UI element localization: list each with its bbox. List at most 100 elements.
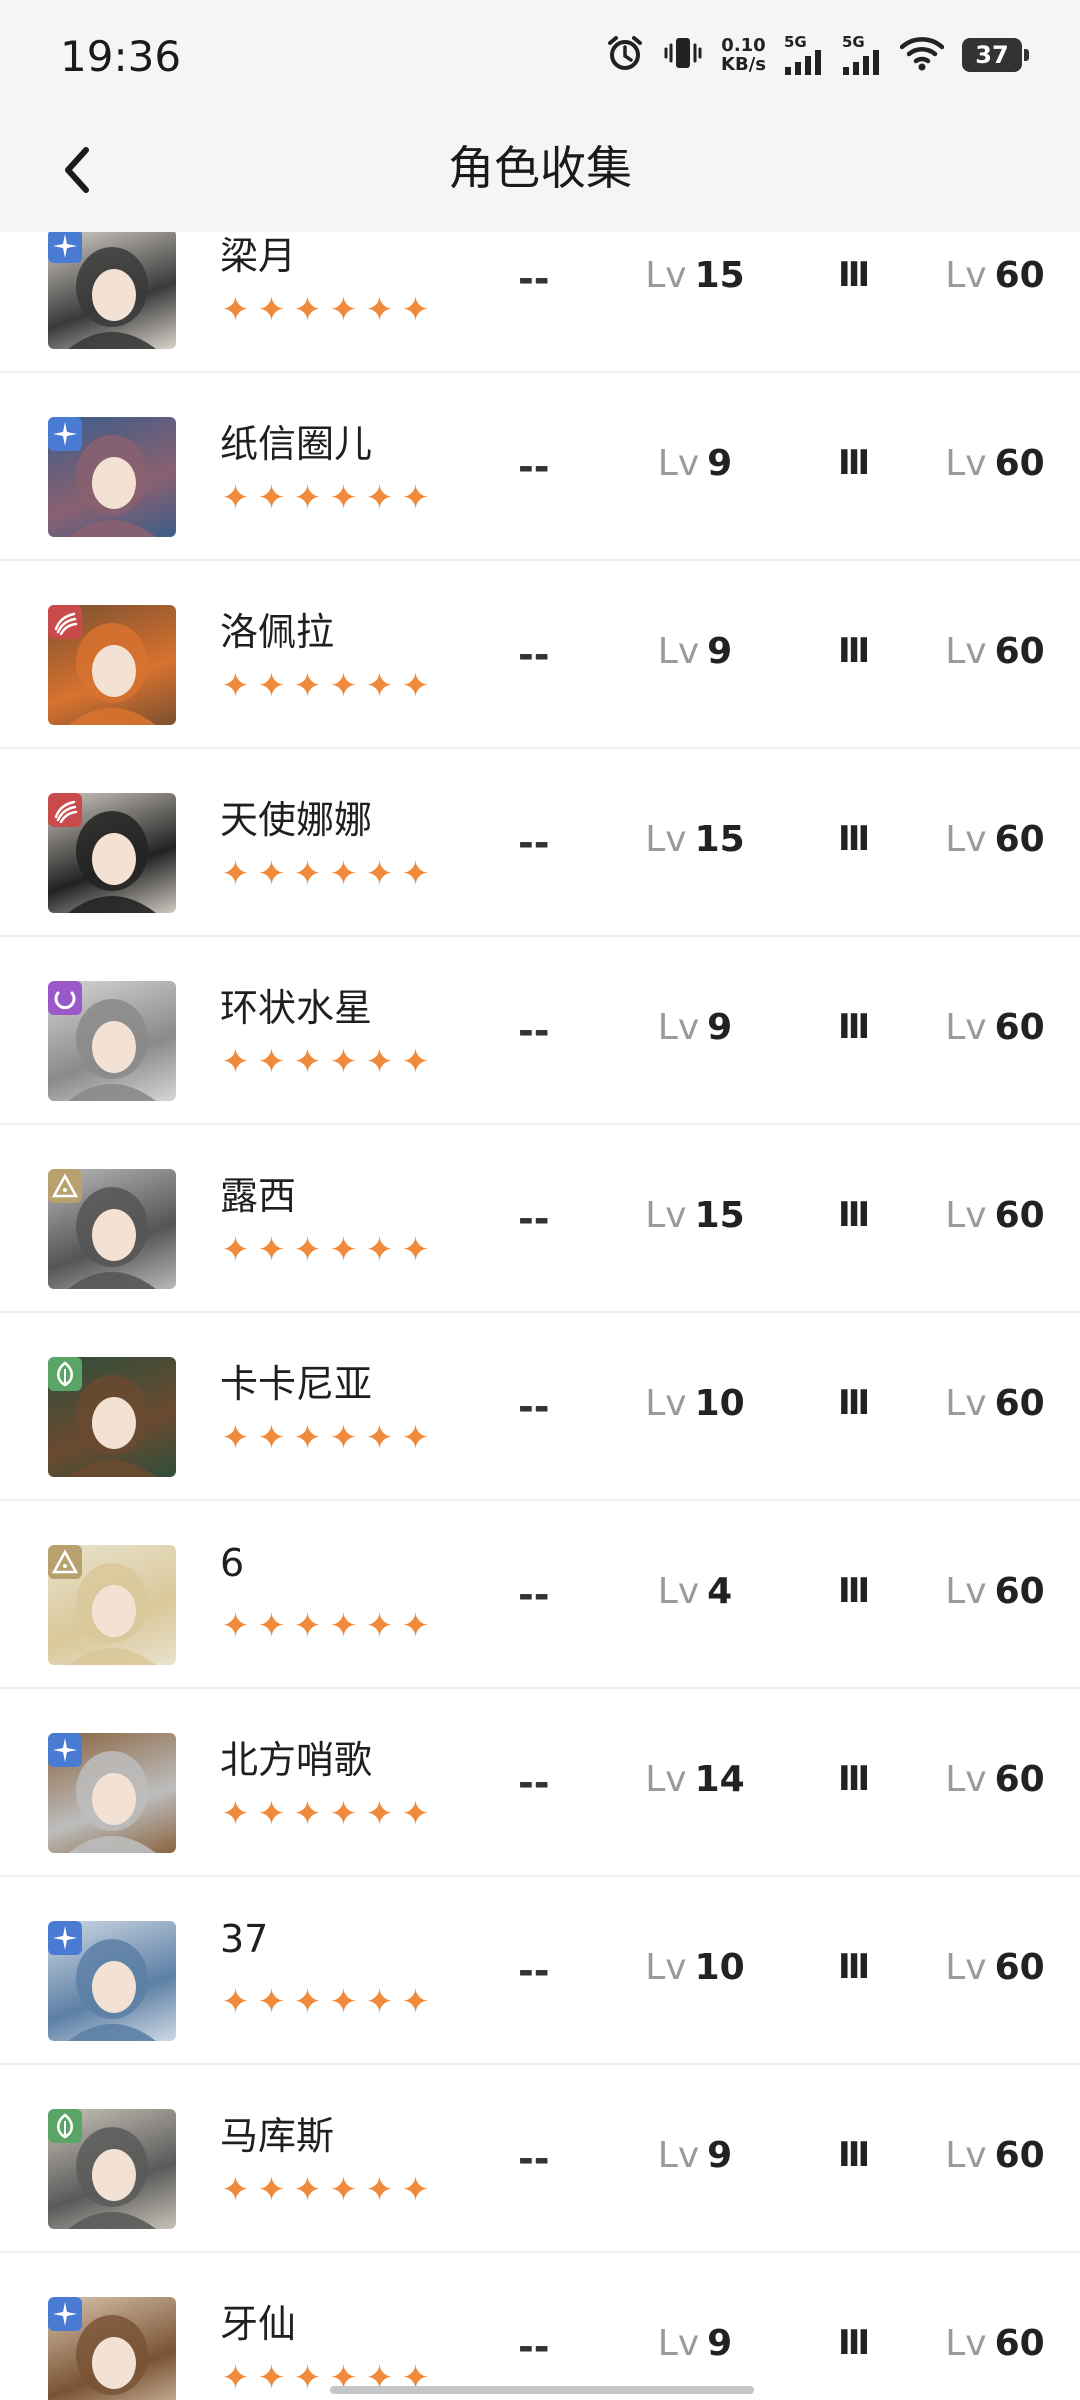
level-prefix: Lv	[657, 1571, 700, 1612]
level-prefix: Lv	[945, 1383, 987, 1424]
star-icon: ✦	[329, 290, 358, 330]
star-icon: ✦	[365, 1418, 394, 1458]
rarity-stars: ✦ ✦ ✦ ✦ ✦ ✦	[218, 857, 433, 891]
star-icon: ✦	[401, 1982, 430, 2022]
rank-value: Ⅲ	[838, 631, 870, 671]
home-indicator[interactable]	[330, 2386, 754, 2394]
star-icon: ✦	[221, 1606, 250, 1646]
current-level: Lv 9	[630, 631, 760, 672]
alarm-icon	[605, 33, 645, 77]
rarity-stars: ✦ ✦ ✦ ✦ ✦ ✦	[218, 293, 433, 327]
star-icon: ✦	[221, 478, 250, 518]
character-list[interactable]: 梁月 ✦ ✦ ✦ ✦ ✦ ✦ -- Lv 15 Ⅲ Lv 60 纸信圈儿 ✦ ✦ ✦ ✦ ✦ ✦ -- Lv 9 Ⅲ Lv 60 洛…	[0, 232, 1080, 2400]
star-icon: ✦	[329, 2170, 358, 2210]
star-icon: ✦	[257, 1982, 286, 2022]
empty-value: --	[518, 1197, 550, 1241]
level-prefix: Lv	[945, 1947, 987, 1988]
max-level-value: 60	[994, 1195, 1045, 1236]
character-row[interactable]: 卡卡尼亚 ✦ ✦ ✦ ✦ ✦ ✦ -- Lv 10 Ⅲ Lv 60	[0, 1313, 1080, 1501]
character-row[interactable]: 北方哨歌 ✦ ✦ ✦ ✦ ✦ ✦ -- Lv 14 Ⅲ Lv 60	[0, 1689, 1080, 1877]
current-level: Lv 15	[630, 1195, 760, 1236]
max-level: Lv 60	[930, 443, 1060, 484]
current-level-value: 10	[694, 1947, 745, 1988]
star-icon: ✦	[293, 290, 322, 330]
character-avatar	[48, 981, 176, 1101]
star-icon: ✦	[257, 1418, 286, 1458]
star-icon: ✦	[221, 1794, 250, 1834]
character-row[interactable]: 梁月 ✦ ✦ ✦ ✦ ✦ ✦ -- Lv 15 Ⅲ Lv 60	[0, 232, 1080, 373]
rank-value: Ⅲ	[838, 819, 870, 859]
character-row[interactable]: 牙仙 ✦ ✦ ✦ ✦ ✦ ✦ -- Lv 9 Ⅲ Lv 60	[0, 2253, 1080, 2400]
star-icon: ✦	[221, 1418, 250, 1458]
max-level: Lv 60	[930, 1759, 1060, 1800]
max-level-value: 60	[994, 2135, 1045, 2176]
current-level-value: 9	[707, 2323, 733, 2364]
signal-bars-icon	[785, 50, 821, 75]
star-icon: ✦	[221, 1042, 250, 1082]
max-level: Lv 60	[930, 819, 1060, 860]
star-icon: ✦	[365, 1794, 394, 1834]
character-avatar	[48, 793, 176, 913]
level-prefix: Lv	[945, 1759, 987, 1800]
star-icon: ✦	[293, 1418, 322, 1458]
current-level-value: 10	[694, 1383, 745, 1424]
character-name: 环状水星	[220, 986, 373, 1030]
current-level: Lv 9	[630, 1007, 760, 1048]
empty-value: --	[518, 2137, 550, 2181]
empty-value: --	[518, 1949, 550, 1993]
star-icon: ✦	[365, 290, 394, 330]
star-icon: ✦	[365, 1606, 394, 1646]
character-row[interactable]: 环状水星 ✦ ✦ ✦ ✦ ✦ ✦ -- Lv 9 Ⅲ Lv 60	[0, 937, 1080, 1125]
character-row[interactable]: 洛佩拉 ✦ ✦ ✦ ✦ ✦ ✦ -- Lv 9 Ⅲ Lv 60	[0, 561, 1080, 749]
character-name: 北方哨歌	[220, 1738, 373, 1782]
star-icon: ✦	[293, 666, 322, 706]
element-leaf-icon	[48, 1357, 82, 1391]
current-level: Lv 9	[630, 2135, 760, 2176]
level-prefix: Lv	[945, 2135, 987, 2176]
star-icon: ✦	[257, 2358, 286, 2398]
level-prefix: Lv	[657, 2135, 700, 2176]
star-icon: ✦	[401, 2170, 430, 2210]
level-prefix: Lv	[645, 1759, 687, 1800]
signal-2: 5G	[842, 35, 882, 75]
battery-indicator: 37	[962, 38, 1029, 72]
star-icon: ✦	[221, 666, 250, 706]
star-icon: ✦	[221, 1230, 250, 1270]
level-prefix: Lv	[945, 1571, 987, 1612]
character-row[interactable]: 6 ✦ ✦ ✦ ✦ ✦ ✦ -- Lv 4 Ⅲ Lv 60	[0, 1501, 1080, 1689]
signal-1: 5G	[784, 35, 824, 75]
character-row[interactable]: 天使娜娜 ✦ ✦ ✦ ✦ ✦ ✦ -- Lv 15 Ⅲ Lv 60	[0, 749, 1080, 937]
star-icon: ✦	[293, 1042, 322, 1082]
character-row[interactable]: 露西 ✦ ✦ ✦ ✦ ✦ ✦ -- Lv 15 Ⅲ Lv 60	[0, 1125, 1080, 1313]
star-icon: ✦	[401, 1230, 430, 1270]
character-name: 马库斯	[220, 2114, 335, 2158]
current-level-value: 9	[707, 443, 733, 484]
star-icon: ✦	[293, 1230, 322, 1270]
max-level: Lv 60	[930, 1195, 1060, 1236]
character-row[interactable]: 37 ✦ ✦ ✦ ✦ ✦ ✦ -- Lv 10 Ⅲ Lv 60	[0, 1877, 1080, 2065]
current-level-value: 14	[694, 1759, 745, 1800]
rank-value: Ⅲ	[838, 1571, 870, 1611]
character-avatar	[48, 2109, 176, 2229]
character-name: 洛佩拉	[220, 610, 335, 654]
element-wave-icon	[48, 605, 82, 639]
signal-1-label: 5G	[784, 33, 807, 51]
level-prefix: Lv	[657, 2323, 700, 2364]
character-avatar	[48, 417, 176, 537]
element-pyramid-icon	[48, 1169, 82, 1203]
rank-value: Ⅲ	[838, 255, 870, 295]
element-wave-icon	[48, 793, 82, 827]
max-level-value: 60	[994, 2323, 1045, 2364]
star-icon: ✦	[329, 666, 358, 706]
character-avatar	[48, 1357, 176, 1477]
star-icon: ✦	[329, 1606, 358, 1646]
rank-value: Ⅲ	[838, 443, 870, 483]
level-prefix: Lv	[645, 1195, 687, 1236]
current-level-value: 15	[694, 1195, 745, 1236]
net-speed: 0.10 KB/s	[721, 36, 766, 74]
star-icon: ✦	[257, 2170, 286, 2210]
character-row[interactable]: 马库斯 ✦ ✦ ✦ ✦ ✦ ✦ -- Lv 9 Ⅲ Lv 60	[0, 2065, 1080, 2253]
star-icon: ✦	[401, 854, 430, 894]
empty-value: --	[518, 445, 550, 489]
character-row[interactable]: 纸信圈儿 ✦ ✦ ✦ ✦ ✦ ✦ -- Lv 9 Ⅲ Lv 60	[0, 373, 1080, 561]
